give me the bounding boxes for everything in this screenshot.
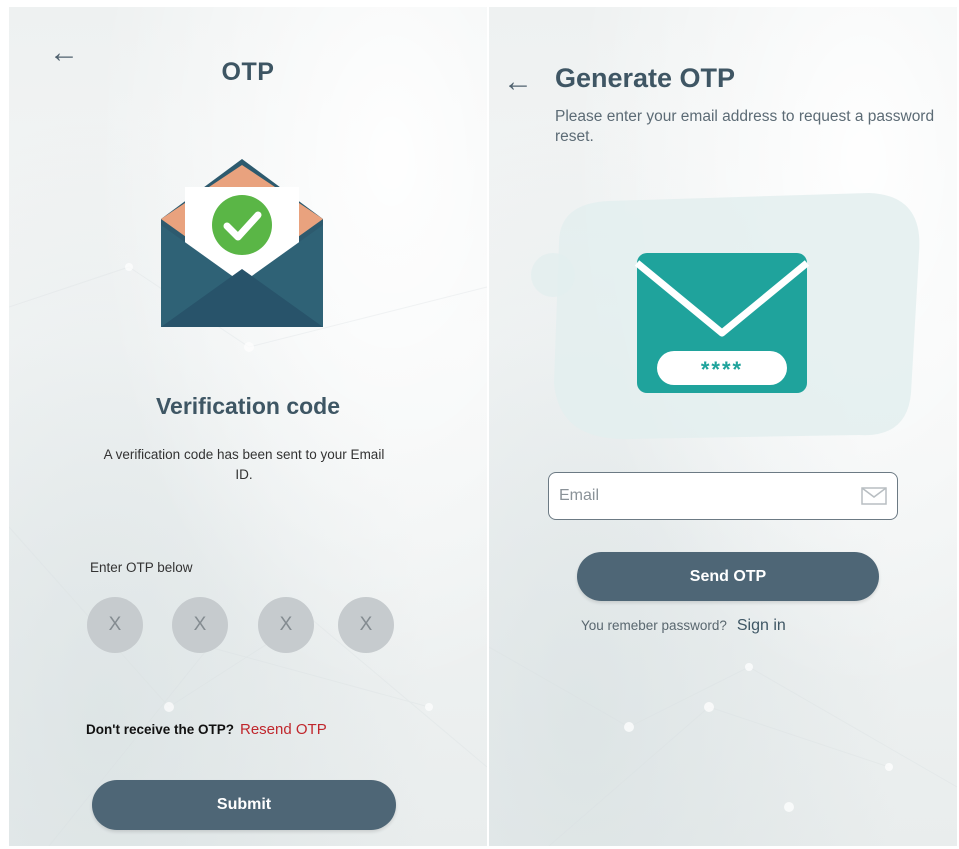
signin-prompt: You remeber password? — [581, 618, 727, 633]
email-input[interactable] — [549, 473, 849, 519]
signin-row: You remeber password? Sign in — [581, 617, 786, 635]
send-otp-button[interactable]: Send OTP — [577, 552, 879, 601]
resend-prompt: Don't receive the OTP? — [86, 722, 234, 737]
mail-password-icon: **** — [531, 193, 920, 440]
otp-digit-4[interactable]: X — [338, 597, 394, 653]
otp-screen: ← OTP Verification code A verification c… — [9, 7, 487, 846]
otp-digit-1[interactable]: X — [87, 597, 143, 653]
mail-field-icon — [861, 487, 887, 505]
back-arrow-icon[interactable]: ← — [503, 67, 533, 97]
page-title: Generate OTP — [555, 63, 736, 93]
generate-otp-screen: ← Generate OTP Please enter your email a… — [489, 7, 957, 846]
page-title: OTP — [221, 58, 275, 86]
otp-digit-3[interactable]: X — [258, 597, 314, 653]
envelope-check-icon — [161, 159, 323, 327]
otp-digit-2[interactable]: X — [172, 597, 228, 653]
verification-description: A verification code has been sent to you… — [103, 447, 385, 482]
verification-heading: Verification code — [155, 393, 341, 419]
resend-otp-link[interactable]: Resend OTP — [240, 721, 327, 738]
resend-row: Don't receive the OTP? Resend OTP — [86, 721, 327, 738]
email-field-wrapper — [548, 472, 898, 520]
submit-button[interactable]: Submit — [92, 780, 396, 830]
masked-code-text: **** — [701, 357, 743, 382]
otp-label: Enter OTP below — [90, 560, 193, 575]
page-description: Please enter your email address to reque… — [555, 108, 935, 145]
signin-link[interactable]: Sign in — [737, 617, 786, 634]
